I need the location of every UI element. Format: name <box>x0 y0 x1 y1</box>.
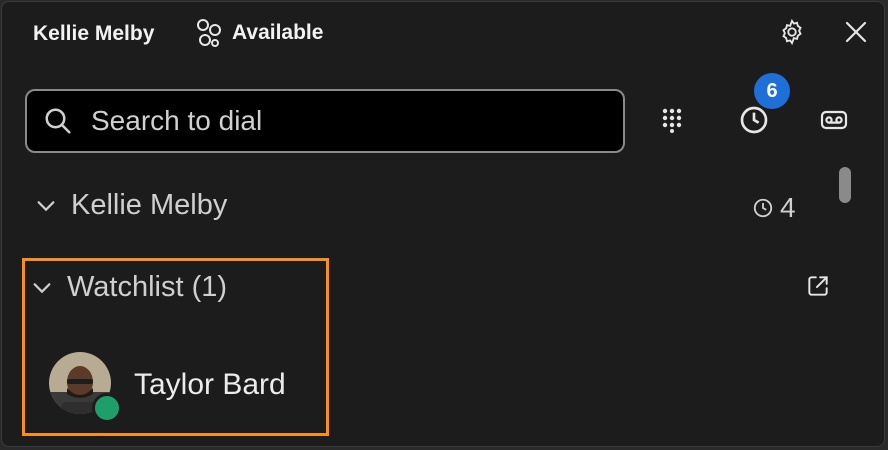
dialpad-icon <box>662 108 682 133</box>
gear-icon <box>782 18 802 46</box>
presence-status-dot <box>92 393 122 423</box>
search-input[interactable] <box>89 104 573 138</box>
clock-icon <box>740 106 768 134</box>
contact-name[interactable]: Taylor Bard <box>134 368 286 402</box>
voicemail-icon <box>820 110 848 130</box>
calling-panel: Kellie Melby Available Search to dial 6 … <box>1 1 885 447</box>
close-button[interactable] <box>840 16 872 48</box>
chevron-down-icon <box>33 282 51 293</box>
search-box[interactable] <box>25 89 625 153</box>
recent-count-value: 4 <box>780 192 796 223</box>
voicemail-button[interactable] <box>816 102 852 138</box>
open-external-icon <box>808 276 828 296</box>
recent-count: 4 <box>752 192 796 224</box>
clock-icon <box>753 198 773 218</box>
close-icon <box>845 21 867 43</box>
presence-label: Available <box>232 21 324 44</box>
scrollbar-thumb[interactable] <box>839 167 851 203</box>
section-own-line-label: Kellie Melby <box>71 189 228 221</box>
settings-button[interactable] <box>776 16 808 48</box>
dialpad-button[interactable] <box>654 102 690 138</box>
recent-calls-badge: 6 <box>754 73 790 109</box>
section-watchlist[interactable]: Watchlist (1) <box>31 271 227 304</box>
chevron-down-icon <box>37 200 55 211</box>
section-own-line[interactable]: Kellie Melby <box>35 189 227 222</box>
section-watchlist-label: Watchlist (1) <box>67 271 228 303</box>
presence-icon <box>197 19 221 47</box>
user-name: Kellie Melby <box>33 22 155 45</box>
presence-selector[interactable]: Available <box>192 16 323 50</box>
watchlist-open-button[interactable] <box>802 270 834 302</box>
search-icon <box>45 108 71 134</box>
